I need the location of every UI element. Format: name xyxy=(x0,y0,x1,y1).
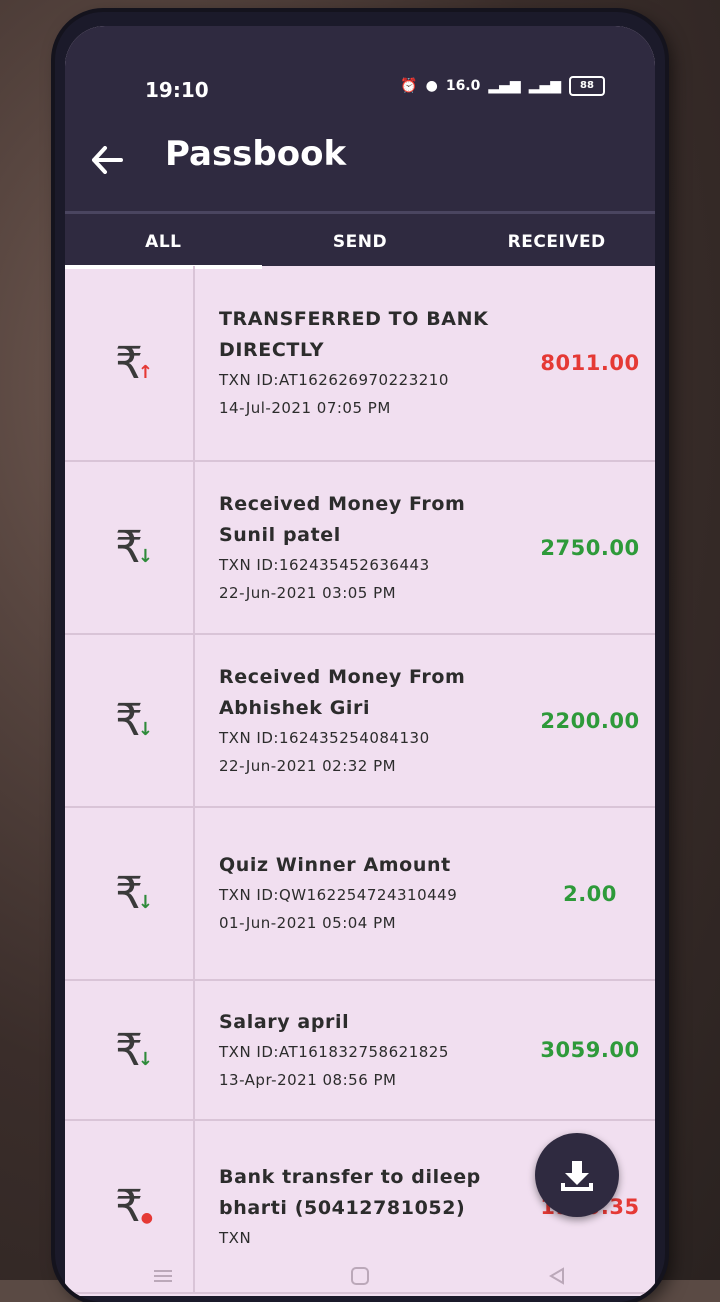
rupee-credit-icon: ₹ ↓ xyxy=(115,695,153,746)
transaction-title: Received Money From Sunil patel xyxy=(219,492,466,546)
transaction-id: TXN ID:162435254084130 xyxy=(219,728,430,747)
download-button[interactable] xyxy=(535,1133,619,1217)
transaction-info: TRANSFERRED TO BANK DIRECTLY TXN ID:AT16… xyxy=(195,304,525,422)
transaction-icon-cell: ₹ ↓ xyxy=(65,808,195,979)
phone-frame: 19:10 ⏰ ● 16.0 ▂▄▆ ▂▄▆ 88 Passbook ALL S… xyxy=(55,12,665,1302)
transaction-id: TXN ID:QW162254724310449 xyxy=(219,886,458,904)
tab-all-label: ALL xyxy=(145,231,182,252)
location-icon: ● xyxy=(425,78,438,94)
download-icon xyxy=(561,1161,593,1191)
back-arrow-icon[interactable] xyxy=(85,138,129,182)
signal-icon: ▂▄▆ xyxy=(488,78,521,94)
transaction-info: Received Money From Abhishek Giri TXN ID… xyxy=(195,662,525,780)
app-screen: 19:10 ⏰ ● 16.0 ▂▄▆ ▂▄▆ 88 Passbook ALL S… xyxy=(65,26,655,1296)
rupee-debit-icon: ₹ ● xyxy=(115,1181,153,1232)
back-nav-icon[interactable] xyxy=(537,1261,577,1291)
transaction-row[interactable]: ₹ ↑ TRANSFERRED TO BANK DIRECTLY TXN ID:A… xyxy=(65,266,655,462)
signal-icon-2: ▂▄▆ xyxy=(528,78,561,94)
transaction-title: Bank transfer to dileep bharti (50412781… xyxy=(219,1165,481,1219)
transaction-row[interactable]: ₹ ↓ Quiz Winner Amount TXN ID:QW162254724… xyxy=(65,808,655,981)
transaction-icon-cell: ₹ ↓ xyxy=(65,462,195,633)
data-speed-icon: 16.0 xyxy=(445,78,481,94)
menu-nav-icon[interactable] xyxy=(143,1261,183,1291)
transaction-date: 01-Jun-2021 05:04 PM xyxy=(219,914,397,932)
transaction-row[interactable]: ₹ ↓ Salary april TXN ID:AT161832758621825… xyxy=(65,981,655,1121)
alarm-icon: ⏰ xyxy=(400,78,418,94)
transaction-row[interactable]: ₹ ↓ Received Money From Sunil patel TXN I… xyxy=(65,462,655,635)
transaction-title: TRANSFERRED TO BANK DIRECTLY xyxy=(219,308,489,361)
rupee-credit-icon: ₹ ↓ xyxy=(115,522,153,573)
transaction-icon-cell: ₹ ↓ xyxy=(65,981,195,1119)
rupee-credit-icon: ₹ ↓ xyxy=(115,1024,153,1076)
transaction-info: Bank transfer to dileep bharti (50412781… xyxy=(195,1162,525,1252)
system-nav-bar xyxy=(65,1256,655,1296)
rupee-debit-icon: ₹ ↑ xyxy=(115,337,153,389)
tab-bar: ALL SEND RECEIVED xyxy=(65,211,655,269)
transaction-date: 13-Apr-2021 08:56 PM xyxy=(219,1070,397,1089)
transaction-date: 22-Jun-2021 03:05 PM xyxy=(219,583,397,602)
app-bar: 19:10 ⏰ ● 16.0 ▂▄▆ ▂▄▆ 88 Passbook ALL S… xyxy=(65,26,655,269)
transaction-amount: 3059.00 xyxy=(540,1038,640,1062)
transaction-amount: 2.00 xyxy=(563,881,617,906)
tab-send[interactable]: SEND xyxy=(262,214,459,269)
status-time: 19:10 xyxy=(145,78,209,102)
transaction-amount: 2200.00 xyxy=(540,708,640,733)
transaction-id: TXN ID:162435452636443 xyxy=(219,555,430,574)
transaction-id: TXN ID:AT162626970223210 xyxy=(219,371,449,389)
transaction-info: Received Money From Sunil patel TXN ID:1… xyxy=(195,489,525,607)
transaction-title: Salary april xyxy=(219,1010,350,1033)
tab-received[interactable]: RECEIVED xyxy=(458,214,655,269)
transaction-info: Quiz Winner Amount TXN ID:QW162254724310… xyxy=(195,850,525,937)
transaction-icon-cell: ₹ ↓ xyxy=(65,635,195,806)
transaction-amount: 8011.00 xyxy=(540,351,640,375)
transaction-title: Quiz Winner Amount xyxy=(219,854,451,876)
tab-send-label: SEND xyxy=(332,231,388,252)
tab-received-label: RECEIVED xyxy=(507,231,606,252)
page-title: Passbook xyxy=(165,134,347,174)
transaction-id: TXN ID:AT161832758621825 xyxy=(219,1042,449,1061)
transaction-title: Received Money From Abhishek Giri xyxy=(219,665,466,719)
rupee-credit-icon: ₹ ↓ xyxy=(115,868,153,919)
transaction-amount: 2750.00 xyxy=(540,535,640,560)
transaction-icon-cell: ₹ ↑ xyxy=(65,266,195,460)
transaction-row[interactable]: ₹ ↓ Received Money From Abhishek Giri TXN… xyxy=(65,635,655,808)
transaction-info: Salary april TXN ID:AT161832758621825 13… xyxy=(195,1007,525,1094)
battery-icon: 88 xyxy=(569,76,605,96)
tab-all[interactable]: ALL xyxy=(65,214,262,269)
status-bar: 19:10 ⏰ ● 16.0 ▂▄▆ ▂▄▆ 88 xyxy=(65,26,655,126)
transaction-date: 22-Jun-2021 02:32 PM xyxy=(219,756,397,775)
status-icons: ⏰ ● 16.0 ▂▄▆ ▂▄▆ 88 xyxy=(400,76,605,96)
transaction-id: TXN xyxy=(219,1228,252,1247)
transaction-date: 14-Jul-2021 07:05 PM xyxy=(219,399,391,417)
home-nav-icon[interactable] xyxy=(340,1261,380,1291)
